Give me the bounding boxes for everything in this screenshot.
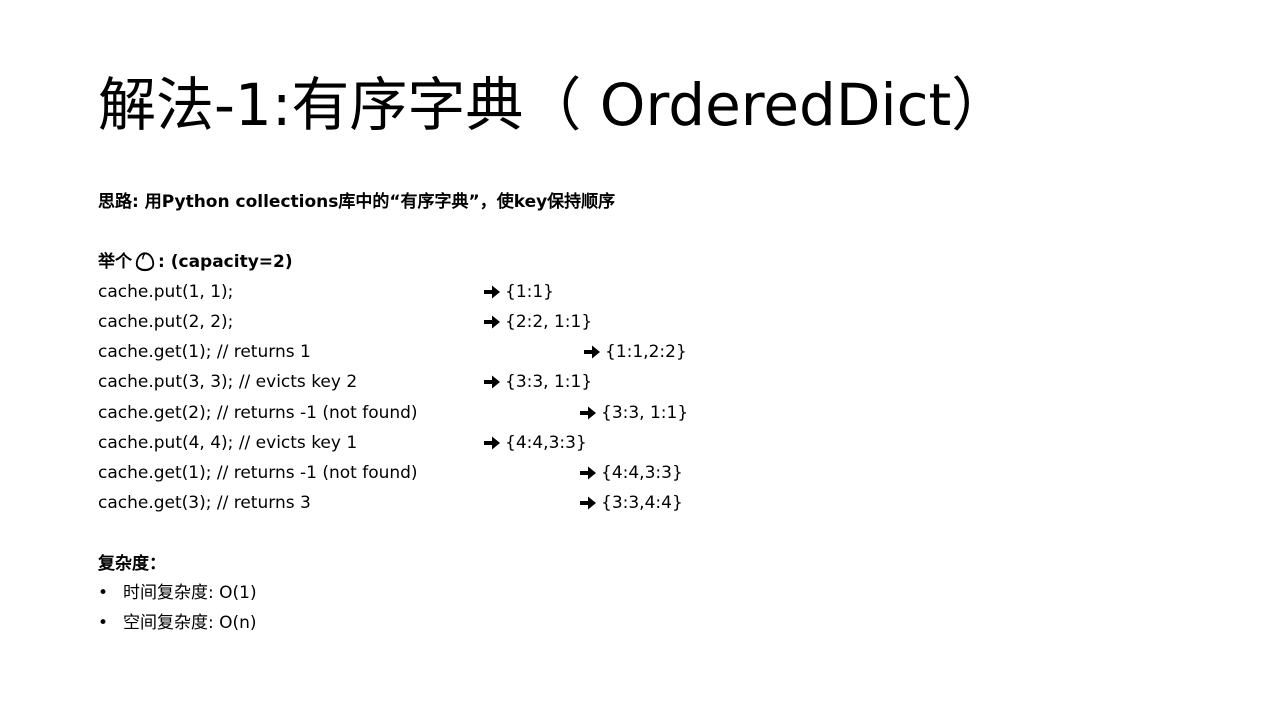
result-value: {4:4,3:3} [505, 433, 587, 453]
code-line-7: cache.get(1); // returns -1 (not found) [98, 463, 418, 483]
result-value: {3:3, 1:1} [601, 403, 689, 423]
right-arrow-icon [580, 466, 596, 480]
right-arrow-icon [484, 375, 500, 389]
code-line-1: cache.put(1, 1); [98, 282, 234, 302]
complexity-item-text: 空间复杂度: O(n) [123, 613, 257, 633]
right-arrow-icon [584, 345, 600, 359]
result-value: {3:3, 1:1} [505, 372, 593, 392]
code-line-4: cache.put(3, 3); // evicts key 2 [98, 372, 358, 392]
bullet-icon: • [98, 613, 109, 633]
right-arrow-icon [484, 436, 500, 450]
result-value: {3:3,4:4} [601, 493, 683, 513]
result-value: {1:1,2:2} [605, 342, 687, 362]
result-line-6: {4:4,3:3} [483, 428, 587, 458]
bullet-icon: • [98, 583, 109, 603]
example-label-suffix: : (capacity=2) [158, 252, 293, 272]
right-arrow-icon [580, 406, 596, 420]
slide: 解法-1:有序字典（ OrderedDict） 思路: 用Python coll… [0, 0, 1280, 720]
code-line-3: cache.get(1); // returns 1 [98, 342, 311, 362]
idea-text: 思路: 用Python collections库中的“有序字典”，使key保持顺… [98, 192, 616, 212]
right-arrow-icon [484, 285, 500, 299]
result-value: {1:1} [505, 282, 554, 302]
example-heading: 举个 : (capacity=2) [98, 250, 293, 274]
result-line-2: {2:2, 1:1} [483, 307, 592, 337]
result-line-8: {3:3,4:4} [579, 488, 683, 518]
result-line-1: {1:1} [483, 277, 554, 307]
example-label-prefix: 举个 [98, 252, 132, 272]
code-line-6: cache.put(4, 4); // evicts key 1 [98, 433, 358, 453]
code-line-8: cache.get(3); // returns 3 [98, 493, 311, 513]
right-arrow-icon [484, 315, 500, 329]
result-line-3: {1:1,2:2} [583, 337, 687, 367]
code-line-2: cache.put(2, 2); [98, 312, 234, 332]
result-line-7: {4:4,3:3} [579, 458, 683, 488]
complexity-heading: 复杂度： [98, 554, 166, 574]
complexity-item-text: 时间复杂度: O(1) [123, 583, 257, 603]
chestnut-icon [135, 252, 155, 272]
result-line-5: {3:3, 1:1} [579, 398, 688, 428]
slide-title: 解法-1:有序字典（ OrderedDict） [98, 71, 1010, 139]
right-arrow-icon [580, 496, 596, 510]
result-value: {2:2, 1:1} [505, 312, 593, 332]
code-line-5: cache.get(2); // returns -1 (not found) [98, 403, 418, 423]
result-value: {4:4,3:3} [601, 463, 683, 483]
result-line-4: {3:3, 1:1} [483, 367, 592, 397]
